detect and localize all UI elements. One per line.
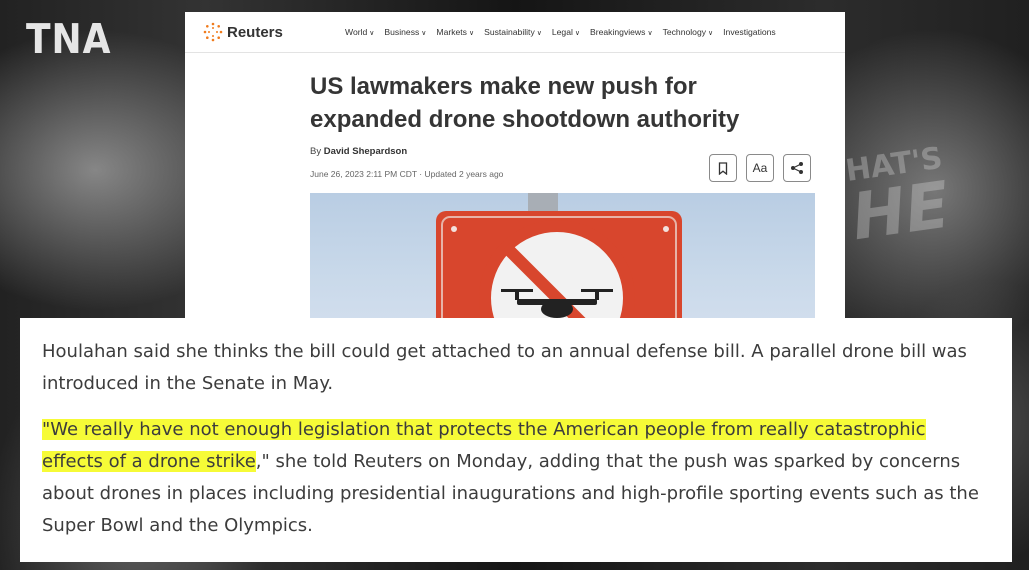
chevron-down-icon: ∨ (369, 30, 375, 37)
paragraph-quote: "We really have not enough legislation t… (42, 414, 982, 542)
nav-item-legal[interactable]: Legal ∨ (552, 27, 580, 37)
article-tools: Aa (709, 154, 811, 182)
nav-item-sustainability[interactable]: Sustainability ∨ (484, 27, 542, 37)
article-photo (310, 193, 815, 332)
paragraph-houlahan: Houlahan said she thinks the bill could … (42, 341, 967, 394)
text-size-button[interactable]: Aa (746, 154, 774, 182)
reuters-logo-icon (203, 22, 223, 42)
chevron-down-icon: ∨ (421, 30, 427, 37)
background-protest-sign: HAT'S HE (844, 141, 955, 256)
nav-item-label: Sustainability (484, 27, 535, 37)
nav-item-label: World (345, 27, 368, 37)
nav-item-breakingviews[interactable]: Breakingviews ∨ (590, 27, 653, 37)
share-button[interactable] (783, 154, 811, 182)
nav-item-label: Investigations (723, 27, 776, 37)
share-icon (791, 162, 803, 174)
chevron-down-icon: ∨ (574, 30, 581, 37)
nav-item-technology[interactable]: Technology ∨ (663, 27, 714, 37)
text-size-label: Aa (752, 161, 768, 175)
nav-item-label: Breakingviews (590, 27, 646, 37)
background-sign-line2: HE (847, 168, 955, 256)
chevron-down-icon: ∨ (468, 30, 475, 37)
nav-item-world[interactable]: World ∨ (345, 27, 374, 37)
reuters-article-screenshot: Reuters World ∨ Business ∨ Markets ∨ Sustainab… (185, 12, 845, 332)
channel-watermark: TNA (26, 16, 112, 64)
article-dateline: June 26, 2023 2:11 PM CDT · Updated 2 ye… (310, 169, 504, 179)
nav-item-label: Technology (662, 27, 707, 37)
chevron-down-icon: ∨ (708, 30, 714, 37)
nav-item-business[interactable]: Business ∨ (384, 27, 426, 37)
bookmark-icon (718, 161, 728, 175)
article-headline: US lawmakers make new push for expanded … (310, 73, 740, 133)
chevron-down-icon: ∨ (536, 30, 542, 37)
nav-item-markets[interactable]: Markets ∨ (436, 27, 474, 37)
reuters-logo[interactable]: Reuters (203, 22, 345, 42)
byline-prefix: By (310, 146, 322, 157)
chevron-down-icon: ∨ (647, 30, 653, 37)
author-link[interactable]: David Shepardson (324, 146, 407, 157)
article-byline: By David Shepardson (310, 146, 407, 157)
nav-item-investigations[interactable]: Investigations (723, 27, 776, 37)
nav-item-label: Legal (551, 27, 573, 37)
quote-overlay: Houlahan said she thinks the bill could … (20, 318, 1012, 562)
no-drone-sign-graphic (436, 193, 682, 332)
nav-item-label: Markets (436, 27, 467, 37)
reuters-logo-text: Reuters (227, 23, 283, 41)
nav-item-label: Business (384, 27, 420, 37)
reuters-nav-bar: Reuters World ∨ Business ∨ Markets ∨ Sustainab… (185, 12, 845, 53)
nav-menu: World ∨ Business ∨ Markets ∨ Sustainability ∨ Le… (345, 27, 776, 37)
bookmark-button[interactable] (709, 154, 737, 182)
